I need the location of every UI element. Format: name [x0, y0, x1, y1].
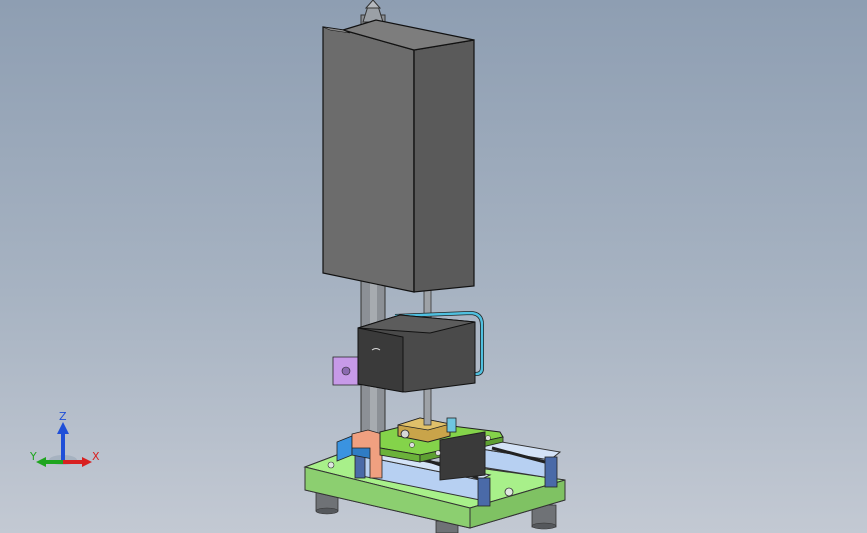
- x-axis-arrow: [82, 457, 92, 467]
- y-axis-arrow: [36, 457, 46, 467]
- z-axis-arrow: [57, 422, 69, 434]
- slider-block: [357, 314, 476, 393]
- y-axis-label: Y: [29, 450, 37, 463]
- protective-cover: [322, 19, 475, 293]
- cad-model[interactable]: [0, 0, 867, 533]
- x-axis-label: X: [92, 450, 100, 463]
- orientation-triad: Z X Y: [29, 410, 100, 467]
- cad-viewport[interactable]: Z X Y: [0, 0, 867, 533]
- z-axis-label: Z: [59, 410, 67, 423]
